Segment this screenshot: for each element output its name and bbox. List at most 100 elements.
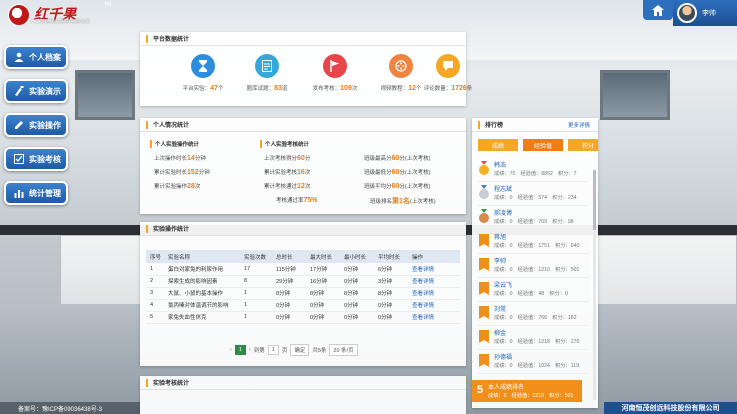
view-details-link[interactable]: 查看详情	[408, 287, 460, 300]
prev-page-button[interactable]: ‹	[230, 347, 232, 353]
medal-icon	[479, 209, 489, 223]
panel-title: 实验操作统计	[153, 227, 190, 233]
class-stat-row: 班级最高分60分(上次考核)	[364, 154, 430, 162]
ranking-item[interactable]: 梁云飞 成绩：0 经验值：48 积分：0	[478, 278, 589, 302]
goto-page-input[interactable]: 1	[267, 345, 279, 355]
table-cell: 3	[146, 287, 164, 300]
table-cell: 8	[240, 275, 272, 288]
column-header[interactable]: 序号	[146, 250, 164, 263]
nav-label: 实验考核	[29, 154, 61, 164]
column-header[interactable]: 实验次数	[240, 250, 272, 263]
operation-table: 序号 实验名称 实验次数 总时长 最大时长 最小时长 平均时长 操作 1 蛋白对家…	[146, 250, 460, 324]
op-stats-title: 个人实验操作统计	[155, 142, 200, 148]
table-cell: 2	[146, 275, 164, 288]
nav-statistics-button[interactable]: 统计管理	[4, 181, 68, 205]
page-size-select[interactable]: 20 条/页	[329, 344, 358, 356]
ranking-points: 积分：501	[555, 267, 580, 273]
ranking-info: 成绩：0 经验值：1210 积分：501	[494, 266, 579, 273]
stat-unit: 次	[304, 184, 311, 190]
operation-stats-panel: 实验操作统计 序号 实验名称 实验次数 总时长 最大时长 最小时长 平均时长 操…	[140, 222, 466, 366]
confirm-button[interactable]: 确定	[290, 344, 310, 356]
view-details-link[interactable]: 查看详情	[408, 263, 460, 276]
stat-label: 上次操作时长	[154, 156, 188, 162]
avatar	[677, 3, 697, 23]
medal-icon	[479, 161, 489, 175]
op-stat-row: 上次操作时长14分钟	[154, 154, 206, 162]
table-cell: 3分钟	[374, 275, 408, 288]
nav-operation-button[interactable]: 实验操作	[4, 113, 68, 137]
view-details-link[interactable]: 查看详情	[408, 311, 460, 324]
nav-exam-button[interactable]: 实验考核	[4, 147, 68, 171]
table-cell: 探索生成的影响因素	[164, 275, 240, 288]
table-cell: 6分钟	[374, 263, 408, 276]
home-button[interactable]	[643, 0, 673, 20]
table-cell: 0分钟	[272, 299, 306, 312]
stat-value: 14	[187, 155, 195, 162]
stat-unit: 分	[304, 156, 311, 162]
ranking-item[interactable]: 李帅 成绩：0 经验值：1210 积分：501	[478, 254, 589, 278]
ranking-info: 成绩：0 经验值：574 积分：234	[494, 194, 576, 201]
column-header[interactable]: 最大时长	[306, 250, 340, 263]
view-details-link[interactable]: 查看详情	[408, 299, 460, 312]
column-header[interactable]: 平均时长	[374, 250, 408, 263]
ranking-item[interactable]: 郝凌博 成绩：0 经验值：709 积分：98	[478, 206, 589, 230]
stat-label: 班级最高分	[364, 156, 392, 162]
medal-icon	[479, 185, 489, 199]
nav-demo-button[interactable]: 实验演示	[4, 79, 68, 103]
table-cell: 0分钟	[272, 311, 306, 324]
page-number-button[interactable]: 1	[234, 345, 246, 355]
stat-unit: 次	[194, 184, 201, 190]
nav-label: 统计管理	[29, 188, 61, 198]
scrollbar-thumb[interactable]	[593, 170, 596, 230]
film-icon	[389, 54, 413, 78]
stat-value: 60	[297, 155, 305, 162]
tab-points[interactable]: 积分	[568, 139, 598, 151]
stat-label: 班级最低分	[364, 170, 392, 176]
my-rank-points: 积分：501	[549, 393, 574, 399]
column-header[interactable]: 总时长	[272, 250, 306, 263]
ranking-item[interactable]: 韩浩 成绩：70 经验值：8862 积分：7	[478, 158, 589, 182]
panel-header: 平台数据统计	[140, 32, 466, 46]
tab-experience[interactable]: 经验值	[523, 139, 563, 151]
ranking-item[interactable]: 孙德福 成绩：0 经验值：1024 积分：119	[478, 350, 589, 374]
table-cell: 1	[240, 311, 272, 324]
column-header[interactable]: 实验名称	[164, 250, 240, 263]
ribbon-icon	[479, 306, 489, 319]
panel-title: 平台数据统计	[153, 37, 190, 43]
ranking-score: 成绩：0	[494, 291, 513, 297]
nav-label: 实验操作	[29, 120, 61, 130]
ranking-name: 程志斌	[494, 187, 513, 193]
edit-icon	[15, 121, 23, 129]
stat-value: 1726	[451, 85, 467, 92]
ribbon-icon	[479, 330, 489, 343]
next-page-button[interactable]: ›	[249, 347, 251, 353]
ranking-scrollbar[interactable]	[593, 170, 596, 400]
more-details-link[interactable]: 更多详情	[568, 121, 590, 129]
ranking-item[interactable]: 蒋旭 成绩：0 经验值：1751 积分：640	[478, 230, 589, 254]
table-cell: 115分钟	[272, 263, 306, 276]
profile-icon	[14, 52, 24, 62]
ranking-points: 积分：98	[552, 219, 574, 225]
ranking-item[interactable]: 程志斌 成绩：0 经验值：574 积分：234	[478, 182, 589, 206]
exam-stats-header: 个人实验考核统计	[260, 140, 309, 148]
my-ranking: 5 本人成绩排名 成绩：0 经验值：1210 积分：501	[472, 380, 582, 402]
ranking-item[interactable]: 刘常 成绩：0 经验值：766 积分：182	[478, 302, 589, 326]
ribbon-icon	[479, 258, 489, 271]
pagination: ‹ 1 › 到第 1 页 确定 共5条 20 条/页	[230, 344, 358, 356]
page-unit-label: 页	[281, 348, 288, 354]
ranking-points: 积分：640	[555, 243, 580, 249]
stat-label: 发布考核：	[312, 86, 341, 92]
column-header[interactable]: 最小时长	[340, 250, 374, 263]
table-cell: 17分钟	[306, 263, 340, 276]
view-details-link[interactable]: 查看详情	[408, 275, 460, 288]
nav-profile-button[interactable]: 个人档案	[4, 45, 68, 69]
platform-stats-panel: 平台数据统计 平台实验：47个 题库试题：83道 发布考核：109次 视频教程：…	[140, 32, 472, 106]
class-stat-row: 班级最低分60分(上次考核)	[364, 168, 430, 176]
ranking-item[interactable]: 柳金 成绩：0 经验值：1218 积分：270	[478, 326, 589, 350]
ranking-exp: 经验值：48	[517, 291, 545, 297]
stat-questions: 题库试题：83道	[232, 54, 302, 92]
tab-score[interactable]: 成绩	[478, 139, 518, 151]
stat-value: 28	[187, 183, 195, 190]
op-stats-header: 个人实验操作统计	[150, 140, 199, 148]
user-menu[interactable]: 李帅	[673, 0, 737, 26]
